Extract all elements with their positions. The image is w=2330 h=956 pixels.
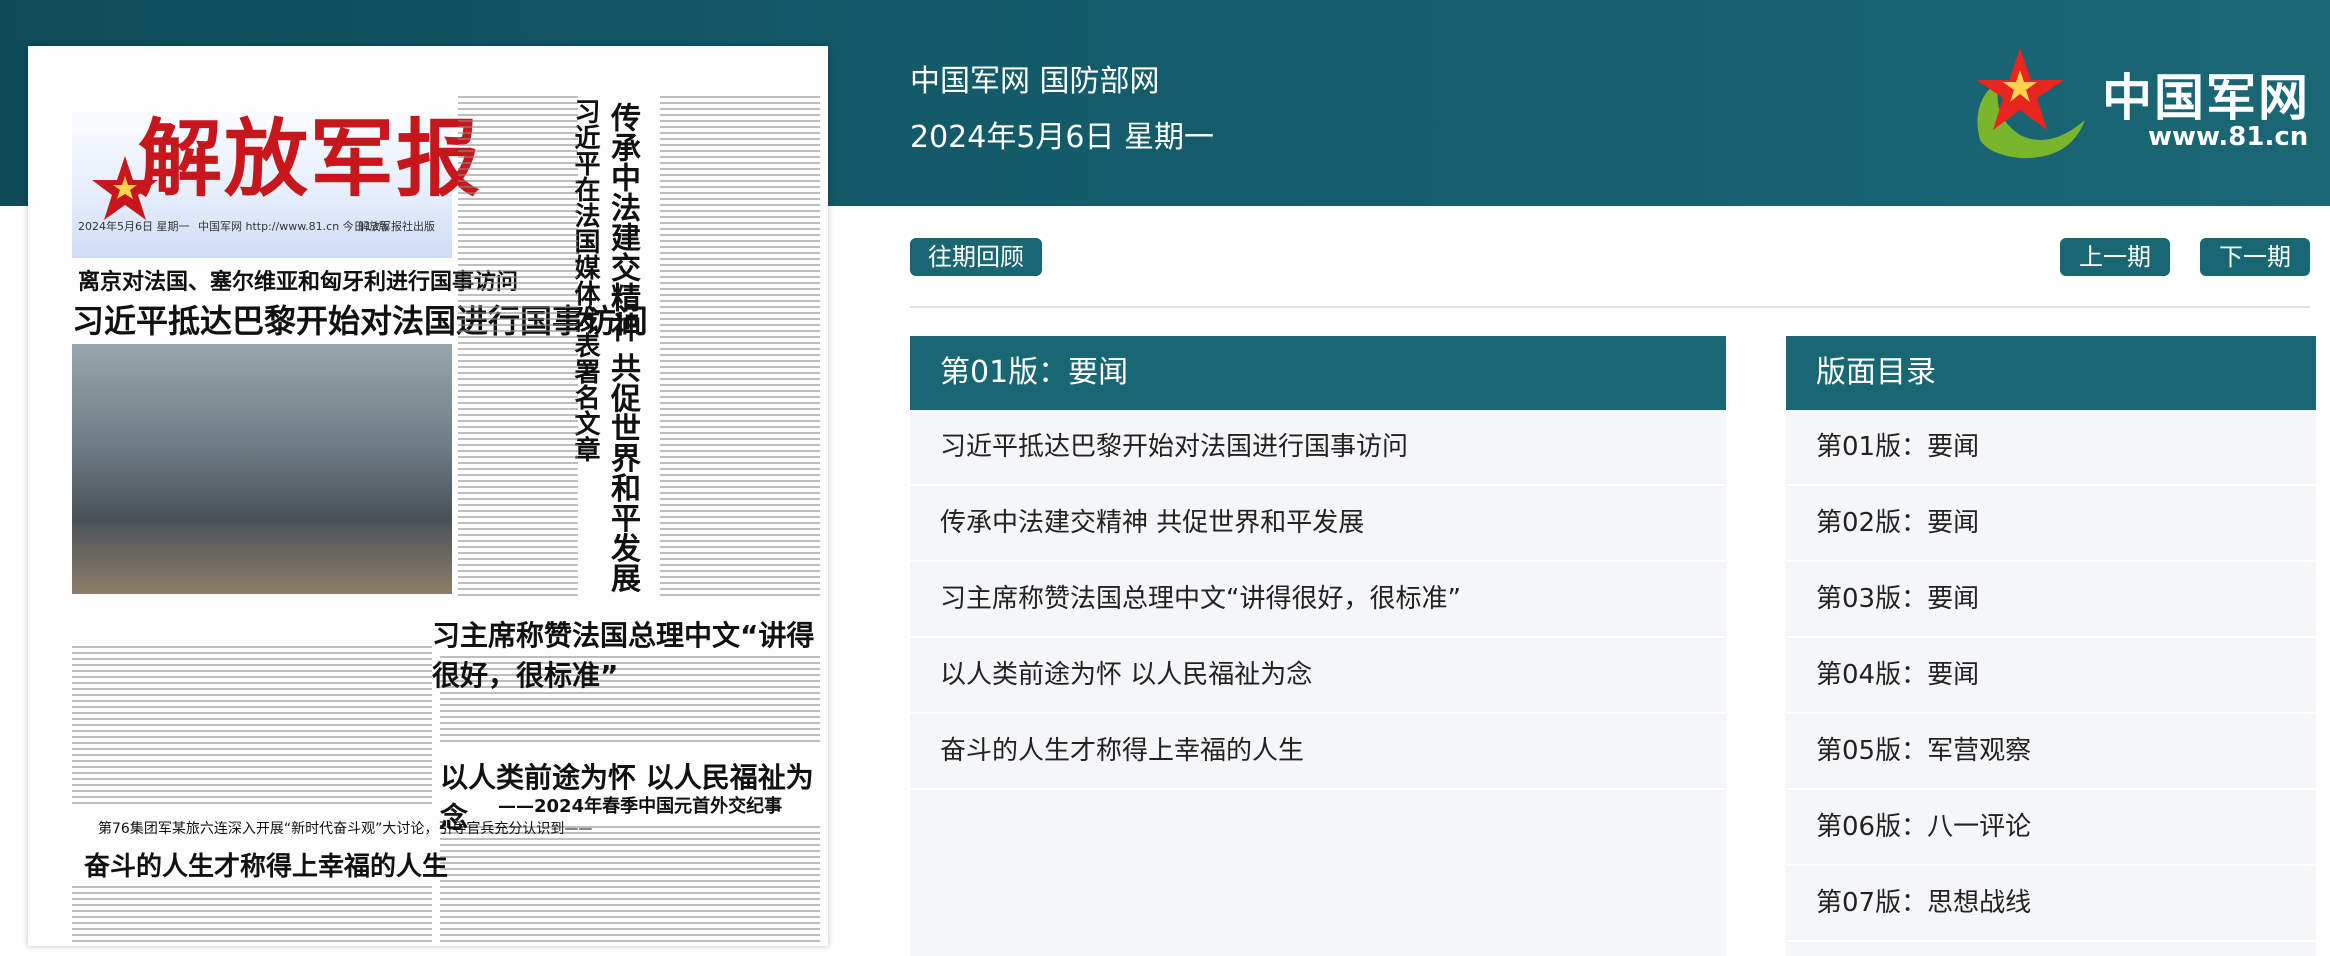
masthead-title: 解放军报 <box>138 109 483 208</box>
toc-title: 版面目录 <box>1786 336 2316 410</box>
paper-headline-sub: 离京对法国、塞尔维亚和匈牙利进行国事访问 <box>78 270 519 295</box>
toc-item[interactable]: 第05版：军营观察 <box>1786 714 2316 790</box>
article-item[interactable]: 习主席称赞法国总理中文“讲得很好，很标准” <box>910 562 1726 638</box>
toc-item[interactable]: 第02版：要闻 <box>1786 486 2316 562</box>
toc-item[interactable]: 第03版：要闻 <box>1786 562 2316 638</box>
paper-vertical-title: 传承中法建交精神 共促世界和平发展 <box>605 102 640 593</box>
newspaper-page-preview[interactable]: 解放军报 2024年5月6日 星期一 中国军网 http://www.81.cn… <box>28 46 828 946</box>
paper-headline-praise: 习主席称赞法国总理中文“讲得很好，很标准” <box>432 619 815 692</box>
toc-item[interactable]: 第07版：思想战线 <box>1786 866 2316 942</box>
article-item[interactable]: 传承中法建交精神 共促世界和平发展 <box>910 486 1726 562</box>
archive-button[interactable]: 往期回顾 <box>910 238 1042 276</box>
article-text-block <box>458 96 578 596</box>
article-item[interactable]: 习近平抵达巴黎开始对法国进行国事访问 <box>910 410 1726 486</box>
next-issue-button[interactable]: 下一期 <box>2200 238 2310 276</box>
paper-headline-small: 第76集团军某旅六连深入开展“新时代奋斗观”大讨论，引导官兵充分认识到—— <box>98 821 593 837</box>
prev-issue-button[interactable]: 上一期 <box>2060 238 2170 276</box>
logo-text: 中国军网 <box>2102 69 2310 127</box>
toc-item[interactable]: 第04版：要闻 <box>1786 638 2316 714</box>
toc-item[interactable]: 第01版：要闻 <box>1786 410 2316 486</box>
paper-headline-people-sub: ——2024年春季中国元首外交纪事 <box>498 796 783 817</box>
logo-url: www.81.cn <box>2148 122 2309 152</box>
red-star-logo-icon <box>1976 48 2085 159</box>
issue-date: 2024年5月6日 星期一 <box>910 120 1215 155</box>
article-text-block <box>72 646 432 806</box>
article-text-block <box>660 96 820 596</box>
article-list-panel: 第01版：要闻 习近平抵达巴黎开始对法国进行国事访问 传承中法建交精神 共促世界… <box>910 336 1726 956</box>
article-text-block <box>440 826 820 946</box>
paper-headline-struggle: 奋斗的人生才称得上幸福的人生 <box>84 852 449 882</box>
article-text-block <box>72 886 432 946</box>
toc-item[interactable]: 第06版：八一评论 <box>1786 790 2316 866</box>
article-list-title: 第01版：要闻 <box>910 336 1726 410</box>
site-logo[interactable]: 中国军网 www.81.cn <box>1960 40 2320 170</box>
site-name: 中国军网 国防部网 <box>910 64 1160 99</box>
news-photo <box>72 344 452 594</box>
paper-publisher: 解放军报社出版 <box>358 220 435 233</box>
paper-date: 2024年5月6日 星期一 <box>78 220 190 233</box>
divider <box>910 306 2310 308</box>
article-item[interactable]: 奋斗的人生才称得上幸福的人生 <box>910 714 1726 790</box>
toc-panel: 版面目录 第01版：要闻 第02版：要闻 第03版：要闻 第04版：要闻 第05… <box>1786 336 2316 956</box>
article-item[interactable]: 以人类前途为怀 以人民福祉为念 <box>910 638 1726 714</box>
